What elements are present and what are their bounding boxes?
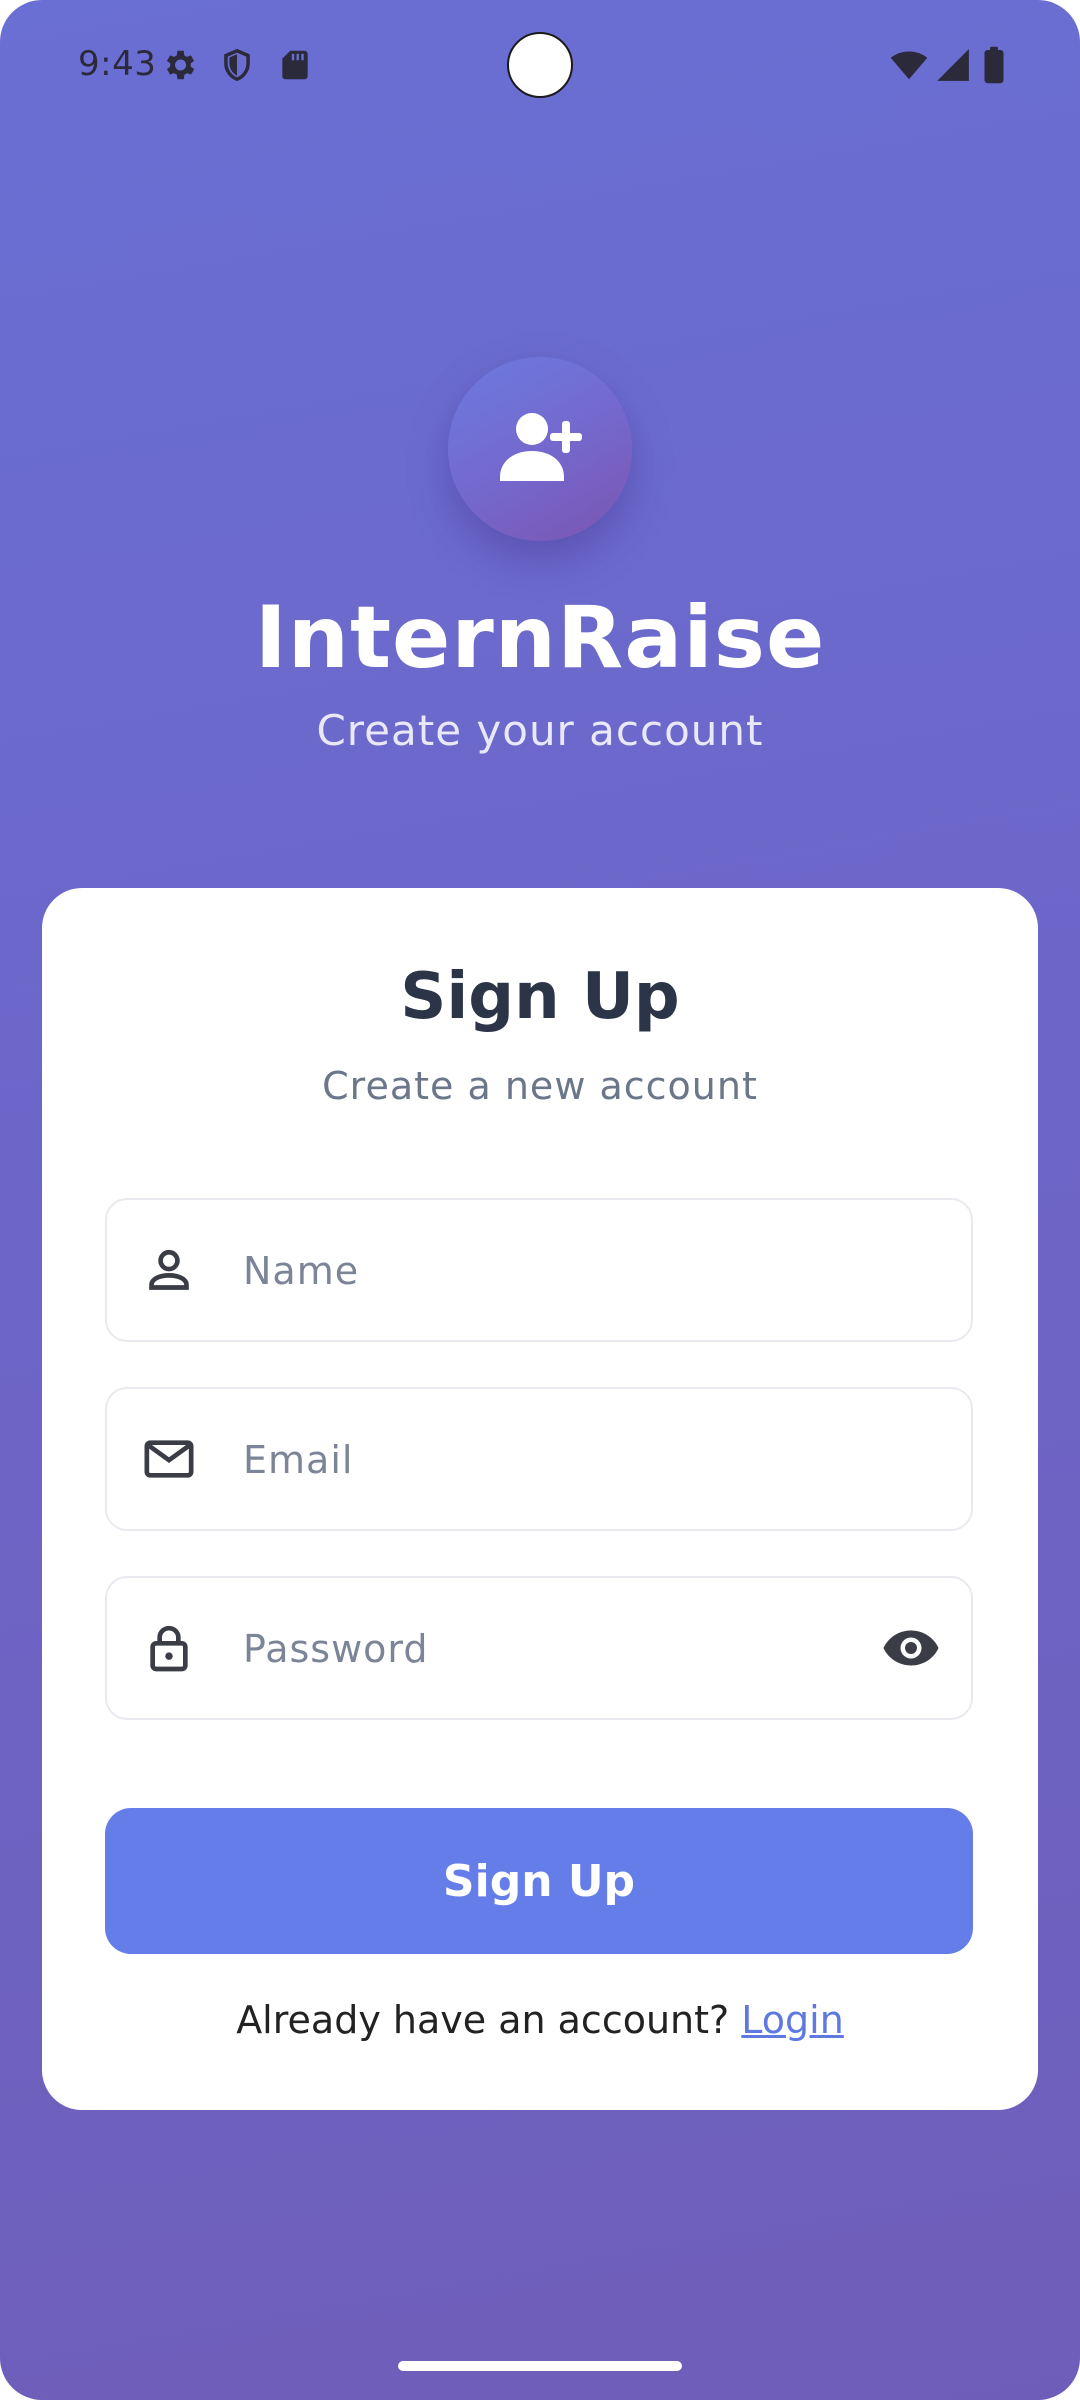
signup-screen: 9:43 InternRaise Create your account Sig… (0, 0, 1080, 2400)
mail-icon (141, 1431, 197, 1487)
status-time: 9:43 (78, 44, 157, 84)
name-field[interactable] (105, 1198, 973, 1342)
login-prompt-row: Already have an account? Login (42, 1998, 1038, 2042)
wifi-icon (888, 46, 930, 84)
person-add-icon (500, 413, 582, 481)
signal-icon (934, 46, 972, 84)
app-title: InternRaise (254, 588, 826, 688)
email-input[interactable] (241, 1389, 845, 1531)
header-avatar (448, 357, 632, 541)
app-tagline: Create your account (316, 706, 764, 755)
lock-icon (141, 1620, 197, 1676)
status-bar: 9:43 (0, 0, 1080, 130)
password-input[interactable] (241, 1578, 845, 1720)
email-field[interactable] (105, 1387, 973, 1531)
front-camera (507, 32, 573, 98)
signup-card: Sign Up Create a new account Name Email … (42, 888, 1038, 2110)
person-icon (141, 1242, 197, 1298)
card-subtitle: Create a new account (322, 1064, 758, 1108)
password-field[interactable] (105, 1576, 973, 1720)
battery-icon (982, 46, 1008, 84)
eye-icon[interactable] (881, 1622, 941, 1674)
home-indicator[interactable] (398, 2361, 682, 2371)
shield-icon (218, 46, 256, 84)
sd-card-icon (276, 46, 314, 84)
gear-icon (160, 46, 198, 84)
login-link[interactable]: Login (741, 1998, 844, 2042)
login-prompt-text: Already have an account? (236, 1998, 742, 2042)
card-title: Sign Up (400, 960, 680, 1034)
signup-button[interactable]: Sign Up (105, 1808, 973, 1954)
name-input[interactable] (241, 1200, 845, 1342)
